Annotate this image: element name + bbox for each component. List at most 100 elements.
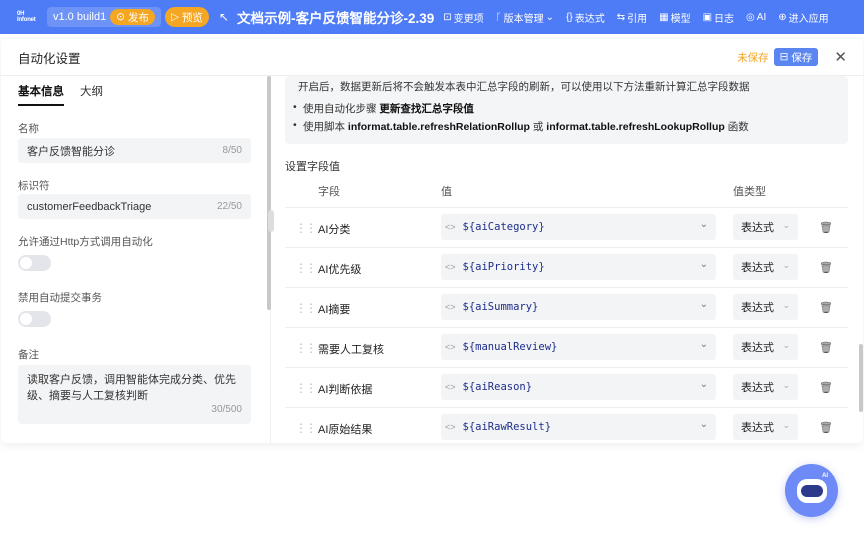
value-expression-input[interactable]: <> ${aiRawResult} ⌄: [441, 414, 716, 440]
remark-value: 读取客户反馈，调用智能体完成分类、优先级、摘要与人工复核判断: [27, 374, 236, 402]
save-button[interactable]: ⊟ 保存: [773, 48, 819, 66]
value-expression-input[interactable]: <> ${aiCategory} ⌄: [441, 214, 716, 240]
menu-expression[interactable]: {} 表达式: [566, 10, 605, 25]
back-arrow-icon[interactable]: ↖: [219, 10, 229, 24]
publish-label: 发布: [127, 11, 149, 24]
drag-handle-icon[interactable]: ⋮⋮: [295, 221, 317, 235]
menu-versions-label: 版本管理: [503, 13, 544, 25]
expression-value: ${aiRawResult}: [462, 421, 552, 433]
preview-label: 预览: [181, 11, 203, 24]
close-icon[interactable]: ✕: [834, 48, 847, 66]
value-expression-input[interactable]: <> ${aiPriority} ⌄: [441, 254, 716, 280]
delete-icon[interactable]: 🗑: [819, 301, 833, 314]
value-type-label: 表达式: [741, 222, 774, 234]
menu-ai-label: AI: [756, 11, 767, 23]
chevron-down-icon[interactable]: ⌄: [700, 219, 708, 230]
remark-textarea[interactable]: 读取客户反馈，调用智能体完成分类、优先级、摘要与人工复核判断 30/500: [18, 365, 251, 424]
value-type-select[interactable]: 表达式 ⌄: [733, 414, 798, 440]
right-scrollbar[interactable]: [859, 344, 863, 412]
value-type-select[interactable]: 表达式 ⌄: [733, 254, 798, 280]
expression-value: ${manualReview}: [462, 341, 558, 353]
name-field[interactable]: 客户反馈智能分诊 8/50: [18, 138, 251, 163]
log-icon: ▣: [702, 11, 713, 23]
notice-bullet-2: 使用脚本 informat.table.refreshRelationRollu…: [293, 119, 749, 134]
http-invoke-label: 允许通过Http方式调用自动化: [18, 236, 153, 248]
delete-icon[interactable]: 🗑: [819, 421, 833, 434]
expression-value: ${aiSummary}: [462, 301, 539, 313]
expression-value: ${aiCategory}: [462, 221, 545, 233]
drag-handle-icon[interactable]: ⋮⋮: [295, 341, 317, 355]
value-type-label: 表达式: [741, 342, 774, 354]
left-scrollbar[interactable]: [267, 76, 271, 310]
delete-icon[interactable]: 🗑: [819, 341, 833, 354]
field-name: 需要人工复核: [318, 344, 384, 356]
disable-tx-toggle[interactable]: [18, 311, 51, 327]
notice-b2-bold1: informat.table.refreshRelationRollup: [347, 121, 530, 133]
tab-basic-info[interactable]: 基本信息: [18, 83, 64, 106]
value-type-select[interactable]: 表达式 ⌄: [733, 294, 798, 320]
chevron-down-icon[interactable]: ⌄: [700, 299, 708, 310]
table-row: ⋮⋮ AI摘要 <> ${aiSummary} ⌄ 表达式 ⌄ 🗑: [285, 287, 848, 327]
name-label: 名称: [18, 123, 39, 135]
table-row: ⋮⋮ AI优先级 <> ${aiPriority} ⌄ 表达式 ⌄ 🗑: [285, 247, 848, 287]
drag-handle-icon[interactable]: ⋮⋮: [295, 301, 317, 315]
publish-button[interactable]: ⊙ 发布: [110, 9, 155, 25]
preview-button[interactable]: ▷ 预览: [164, 7, 209, 27]
drag-handle-icon[interactable]: ⋮⋮: [295, 421, 317, 435]
code-icon: <>: [445, 382, 456, 392]
menu-reference[interactable]: ⇆ 引用: [617, 10, 647, 25]
value-type-select[interactable]: 表达式 ⌄: [733, 334, 798, 360]
model-icon: ▦: [659, 11, 669, 23]
drag-handle-icon[interactable]: ⋮⋮: [295, 261, 317, 275]
delete-icon[interactable]: 🗑: [819, 381, 833, 394]
menu-changes[interactable]: ⊡ 变更项: [443, 10, 483, 25]
version-selector[interactable]: v1.0 build1 ⊙ 发布: [47, 7, 161, 27]
top-menu: ⊡ 变更项 ᚴ 版本管理 ⌄ {} 表达式 ⇆ 引用 ▦ 模型 ▣ 日志 ◎ AI ⊕ 进入应用: [443, 10, 828, 25]
link-icon: ⇆: [616, 11, 626, 23]
remark-label: 备注: [18, 349, 39, 361]
value-type-select[interactable]: 表达式 ⌄: [733, 374, 798, 400]
chevron-down-icon: ⌄: [782, 380, 790, 390]
menu-log[interactable]: ▣ 日志: [703, 10, 734, 25]
chevron-down-icon[interactable]: ⌄: [700, 339, 708, 350]
page-title: 文档示例-客户反馈智能分诊-2.39: [237, 11, 435, 26]
delete-icon[interactable]: 🗑: [819, 261, 833, 274]
chevron-down-icon[interactable]: ⌄: [700, 259, 708, 270]
notice-b2-text: 使用脚本: [303, 121, 348, 133]
code-icon: <>: [445, 222, 456, 232]
chevron-down-icon[interactable]: ⌄: [700, 419, 708, 430]
value-expression-input[interactable]: <> ${manualReview} ⌄: [441, 334, 716, 360]
identifier-value: customerFeedbackTriage: [27, 200, 152, 213]
tab-outline[interactable]: 大纲: [80, 83, 103, 99]
upload-icon: ⊙: [116, 11, 128, 23]
version-label: v1.0 build1: [53, 11, 107, 23]
menu-enter-app[interactable]: ⊕ 进入应用: [778, 10, 828, 25]
value-expression-input[interactable]: <> ${aiSummary} ⌄: [441, 294, 716, 320]
notice-text: 开启后，数据更新后将不会触发本表中汇总字段的刷新，可以使用以下方法重新计算汇总字…: [298, 81, 750, 93]
automation-settings-modal: 自动化设置 未保存 ⊟ 保存 ✕ 基本信息 大纲 名称 客户反馈智能分诊 8/50 …: [1, 39, 863, 443]
value-type-label: 表达式: [741, 382, 774, 394]
modal-title: 自动化设置: [18, 51, 81, 66]
top-bar: 0H Infonet v1.0 build1 ⊙ 发布 ▷ 预览 ↖ 文档示例-…: [0, 0, 864, 34]
value-expression-input[interactable]: <> ${aiReason} ⌄: [441, 374, 716, 400]
menu-ai[interactable]: ◎ AI: [746, 12, 766, 23]
ai-assistant-button[interactable]: AI: [785, 464, 838, 517]
save-icon: ⊟: [779, 51, 789, 63]
chevron-down-icon: ⌄: [782, 260, 790, 270]
delete-icon[interactable]: 🗑: [819, 221, 833, 234]
table-row: ⋮⋮ AI原始结果 <> ${aiRawResult} ⌄ 表达式 ⌄ 🗑: [285, 407, 848, 443]
http-invoke-toggle[interactable]: [18, 255, 51, 271]
save-label: 保存: [791, 51, 813, 64]
menu-versions[interactable]: ᚴ 版本管理 ⌄: [496, 10, 554, 25]
notice-b1-text: 使用自动化步骤: [303, 103, 380, 115]
col-value: 值: [441, 186, 452, 198]
value-type-select[interactable]: 表达式 ⌄: [733, 214, 798, 240]
drag-handle-icon[interactable]: ⋮⋮: [295, 381, 317, 395]
menu-model[interactable]: ▦ 模型: [659, 10, 690, 25]
chevron-down-icon[interactable]: ⌄: [700, 379, 708, 390]
left-tabs: 基本信息 大纲: [1, 76, 270, 106]
enter-icon: ⊕: [778, 11, 787, 23]
identifier-field[interactable]: customerFeedbackTriage 22/50: [18, 194, 251, 219]
identifier-label: 标识符: [18, 180, 50, 192]
chevron-down-icon: ⌄: [782, 420, 790, 430]
